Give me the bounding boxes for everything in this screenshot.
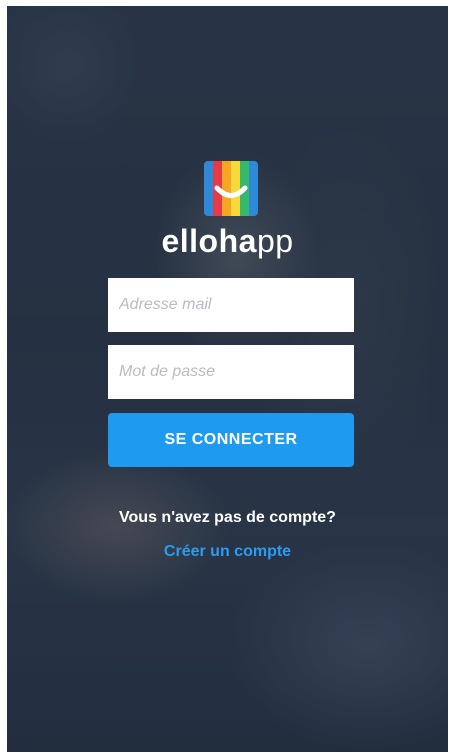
create-account-link[interactable]: Créer un compte [7, 543, 448, 561]
brand-name: ellohapp [7, 222, 448, 260]
login-button[interactable]: SE CONNECTER [108, 413, 354, 467]
signup-prompt: Vous n'avez pas de compte? [119, 509, 336, 526]
brand-name-bold: elloha [161, 223, 257, 259]
password-field[interactable] [108, 345, 354, 399]
ellohapp-logo-icon [204, 161, 258, 216]
email-field[interactable] [108, 278, 354, 332]
brand-name-light: pp [256, 223, 294, 259]
smile-icon [214, 185, 248, 198]
login-screen: ellohapp SE CONNECTER Vous n'avez pas de… [7, 6, 448, 752]
